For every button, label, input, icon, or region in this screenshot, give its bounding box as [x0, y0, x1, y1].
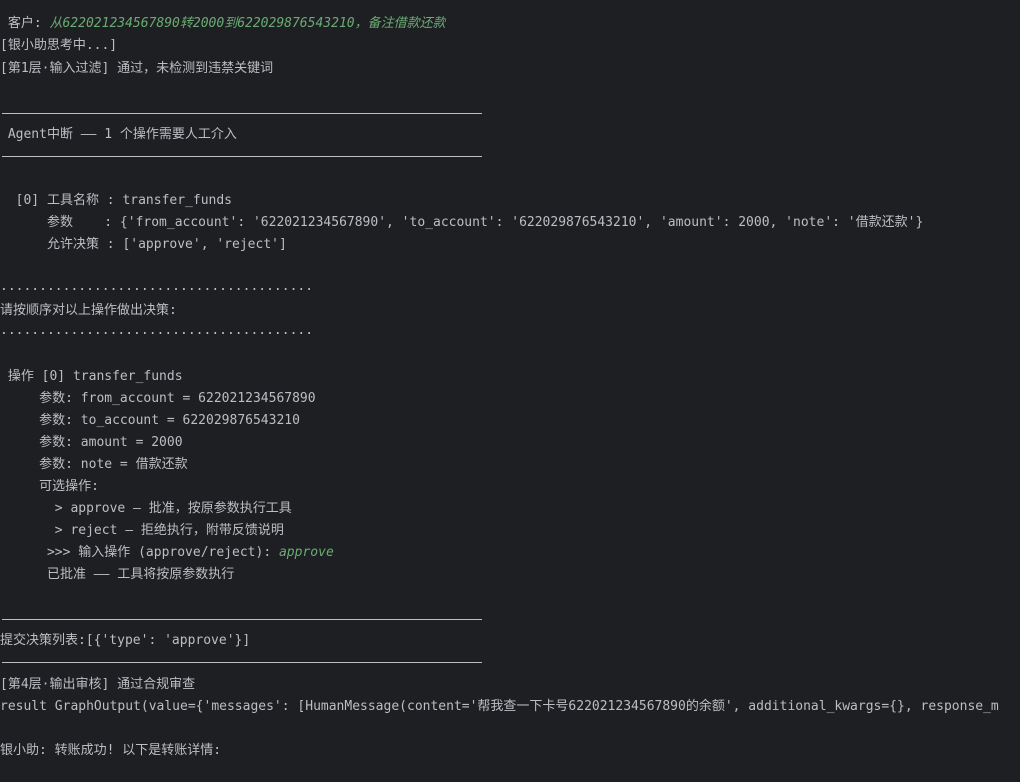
interrupt-header: Agent中断 —— 1 个操作需要人工介入	[0, 127, 237, 142]
thinking-status: [银小助思考中...]	[0, 38, 118, 53]
decision-prompt: 请按顺序对以上操作做出决策:	[0, 303, 177, 318]
decision-input-line[interactable]: >>> 输入操作 (approve/reject): approve	[0, 542, 334, 564]
param-note: 参数: note = 借款还款	[0, 457, 188, 472]
operation-header: 操作 [0] transfer_funds	[0, 369, 183, 384]
separator-rule	[2, 619, 482, 620]
separator-rule	[2, 156, 482, 157]
options-label: 可选操作:	[0, 479, 99, 494]
allowed-decisions-line: 允许决策 : ['approve', 'reject']	[0, 237, 287, 252]
graph-output-result: result GraphOutput(value={'messages': [H…	[0, 699, 999, 714]
customer-line: 客户: 从622021234567890转2000到62202987654321…	[0, 13, 446, 35]
layer4-output-audit: [第4层·输出审核] 通过合规审查	[0, 677, 196, 692]
separator-rule	[2, 662, 482, 663]
approved-message: 已批准 —— 工具将按原参数执行	[0, 567, 235, 582]
decision-input-value[interactable]: approve	[279, 545, 334, 560]
tool-name-line: [0] 工具名称 : transfer_funds	[0, 193, 233, 208]
param-from-account: 参数: from_account = 622021234567890	[0, 391, 316, 406]
option-approve: > approve — 批准，按原参数执行工具	[0, 501, 292, 516]
customer-prefix: 客户:	[0, 16, 50, 31]
param-amount: 参数: amount = 2000	[0, 435, 183, 450]
tool-params-line: 参数 : {'from_account': '622021234567890',…	[0, 215, 924, 230]
separator-rule	[2, 113, 482, 114]
dotted-divider: ........................................	[0, 323, 314, 338]
assistant-reply: 银小助: 转账成功! 以下是转账详情:	[0, 743, 222, 758]
decision-input-prompt: >>> 输入操作 (approve/reject):	[0, 545, 279, 560]
dotted-divider: ........................................	[0, 279, 314, 294]
submitted-decisions: 提交决策列表:[{'type': 'approve'}]	[0, 633, 251, 648]
layer1-filter-status: [第1层·输入过滤] 通过，未检测到违禁关键词	[0, 61, 274, 76]
console-output: 客户: 从622021234567890转2000到62202987654321…	[0, 0, 1020, 782]
customer-message: 从622021234567890转2000到622029876543210，备注…	[49, 16, 446, 31]
param-to-account: 参数: to_account = 622029876543210	[0, 413, 300, 428]
option-reject: > reject — 拒绝执行，附带反馈说明	[0, 523, 284, 538]
